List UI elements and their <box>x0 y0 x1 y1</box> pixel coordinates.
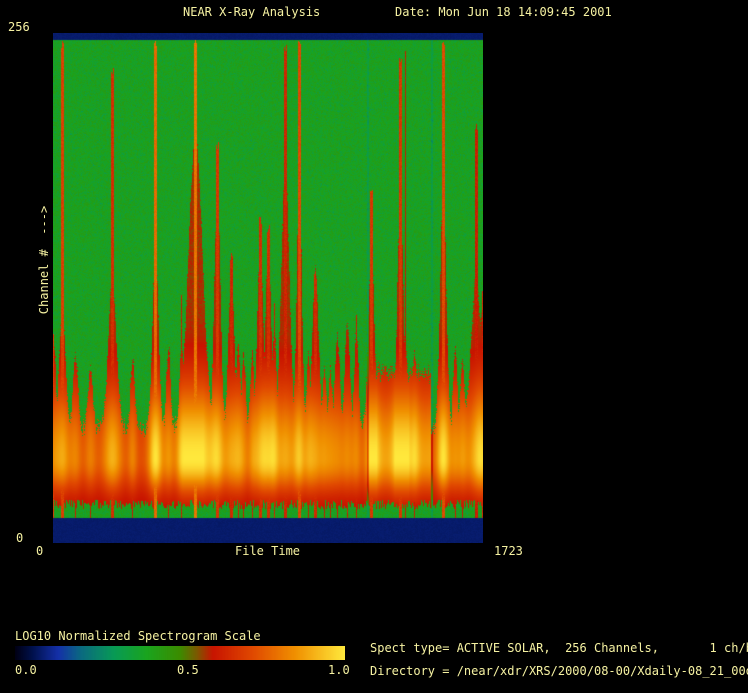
colorbar <box>15 646 345 660</box>
channel-axis-label: Channel # ---> <box>37 206 51 314</box>
colorbar-tick-min: 0.0 <box>15 663 37 677</box>
colorbar-title: LOG10 Normalized Spectrogram Scale <box>15 629 261 643</box>
y-axis-max-label: 256 <box>8 20 30 34</box>
colorbar-tick-max: 1.0 <box>328 663 350 677</box>
x-axis-title: File Time <box>235 544 300 558</box>
x-axis-min-label: 0 <box>36 544 43 558</box>
spectrogram-image <box>53 33 483 543</box>
window-title: NEAR X-Ray Analysis <box>183 5 320 19</box>
y-axis-min-label: 0 <box>16 531 23 545</box>
x-axis-max-label: 1723 <box>494 544 523 558</box>
date-label: Date: Mon Jun 18 14:09:45 2001 <box>395 5 612 19</box>
spect-type-line: Spect type= ACTIVE SOLAR, 256 Channels, … <box>370 641 748 655</box>
directory-line: Directory = /near/xdr/XRS/2000/08-00/Xda… <box>370 664 748 678</box>
colorbar-tick-mid: 0.5 <box>177 663 199 677</box>
